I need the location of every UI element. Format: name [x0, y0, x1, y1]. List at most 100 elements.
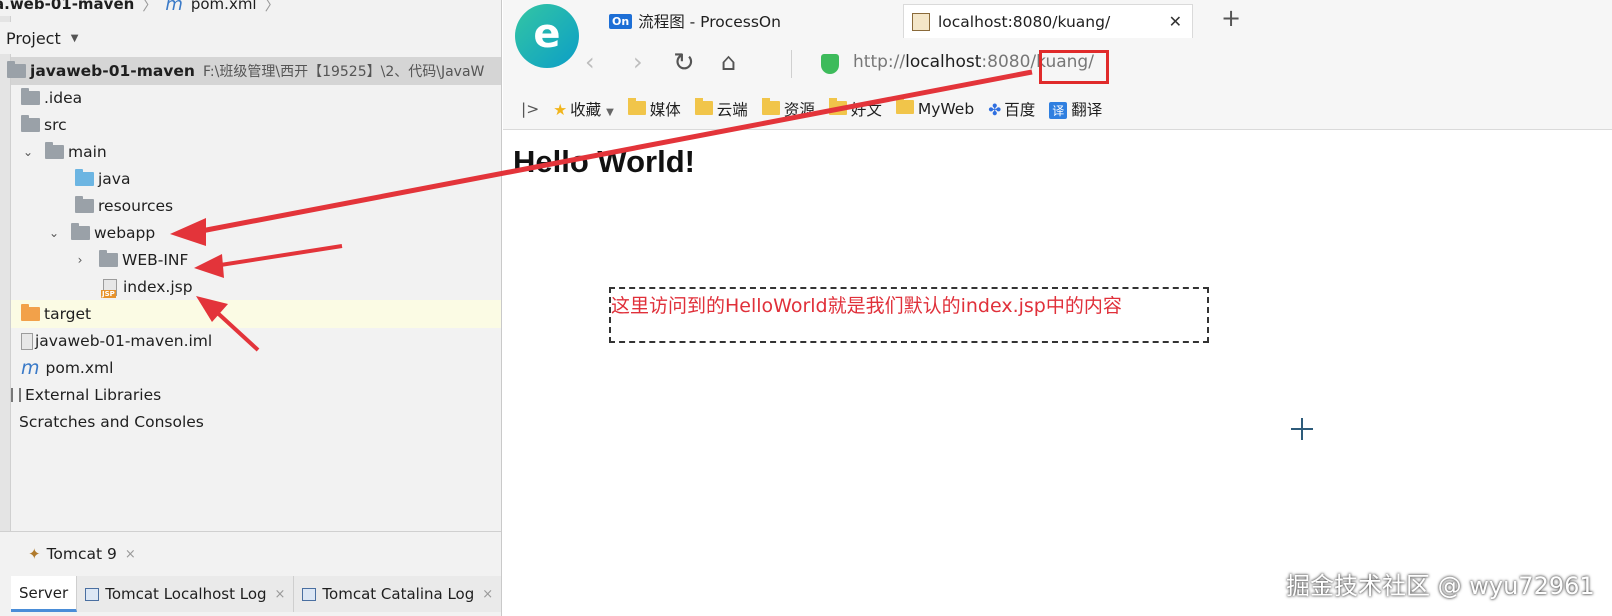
tree-row-iml[interactable]: javaweb-01-maven.iml: [11, 327, 501, 355]
security-shield-icon[interactable]: [821, 54, 839, 74]
tab-processon[interactable]: On 流程图 - ProcessOn: [609, 4, 897, 38]
tab-localhost[interactable]: localhost:8080/kuang/ ✕: [903, 4, 1193, 38]
tree-label: javaweb-01-maven.iml: [35, 332, 213, 350]
tree-row-root[interactable]: javaweb-01-maven F:\班级管理\西开【19525】\2、代码\…: [7, 57, 501, 85]
tab-catalina-log[interactable]: Tomcat Catalina Log ×: [294, 576, 501, 612]
run-tab-tomcat[interactable]: ✦ Tomcat 9 ×: [28, 540, 136, 568]
tree-row-idea[interactable]: .idea: [11, 84, 501, 112]
resources-folder-icon: [75, 196, 94, 213]
forward-icon[interactable]: ›: [633, 48, 643, 76]
chevron-down-icon[interactable]: ⌄: [21, 145, 35, 159]
breadcrumb-file[interactable]: pom.xml: [191, 0, 257, 13]
folder-icon: [45, 142, 64, 159]
tree-label: java: [98, 170, 131, 188]
log-icon: [302, 587, 317, 601]
tree-row-src[interactable]: src: [11, 111, 501, 139]
tree-row-external-libraries[interactable]: External Libraries: [11, 381, 501, 409]
tree-row-scratches[interactable]: Scratches and Consoles: [11, 408, 501, 436]
refresh-icon[interactable]: ↻: [673, 48, 695, 78]
jsp-file-icon: JSP: [101, 278, 117, 298]
project-label: Project: [6, 28, 61, 48]
page-heading: Hello World!: [513, 144, 695, 179]
breadcrumb-project[interactable]: a.web-01-maven: [0, 0, 134, 13]
folder-icon: [761, 98, 780, 115]
tab-label: Tomcat Catalina Log: [322, 585, 475, 603]
chevron-down-icon[interactable]: ⌄: [47, 226, 61, 240]
bookmark-resources[interactable]: 资源: [761, 98, 815, 120]
tab-title: 流程图 - ProcessOn: [638, 13, 781, 31]
tree-label: src: [44, 116, 67, 134]
maven-icon: m: [165, 0, 183, 15]
bookmark-label: 好文: [850, 101, 882, 119]
browser-window: e On 流程图 - ProcessOn localhost:8080/kuan…: [503, 0, 1612, 616]
browser-chrome: e On 流程图 - ProcessOn localhost:8080/kuan…: [503, 0, 1612, 130]
maven-icon: m: [21, 357, 40, 379]
bookmark-label: 媒体: [649, 101, 681, 119]
home-icon[interactable]: ⌂: [721, 48, 736, 76]
close-icon[interactable]: ×: [125, 547, 136, 562]
tree-row-webapp[interactable]: ⌄ webapp: [11, 219, 501, 247]
ide-tool-strip: [0, 0, 11, 616]
close-tab-icon[interactable]: ✕: [1169, 12, 1182, 31]
chevron-right-icon[interactable]: ›: [73, 253, 87, 267]
toolbar-divider: [791, 50, 792, 78]
ide-panel: a.web-01-maven 〉 m pom.xml 〉 Project ▼ j…: [0, 0, 502, 616]
tree-label: .idea: [44, 89, 83, 107]
server-tabs: Server Tomcat Localhost Log × Tomcat Cat…: [11, 576, 501, 616]
tree-label: target: [44, 305, 92, 323]
bookmark-articles[interactable]: 好文: [828, 98, 882, 120]
tree-row-webinf[interactable]: › WEB-INF: [11, 246, 501, 274]
web-folder-icon: [71, 223, 90, 240]
bookmark-baidu[interactable]: ✤ 百度: [988, 98, 1035, 120]
tree-row-main[interactable]: ⌄ main: [11, 138, 501, 166]
browser-logo-icon[interactable]: e: [515, 4, 579, 68]
breadcrumb: a.web-01-maven 〉 m pom.xml 〉: [0, 0, 501, 16]
bookmark-cloud[interactable]: 云端: [694, 98, 748, 120]
root-project-path: F:\班级管理\西开【19525】\2、代码\JavaW: [202, 64, 485, 80]
bookmark-myweb[interactable]: MyWeb: [895, 97, 975, 118]
source-folder-icon: [75, 169, 94, 186]
breadcrumb-separator: 〉: [142, 0, 158, 14]
new-tab-icon[interactable]: +: [1221, 4, 1241, 32]
url-scheme: http://: [853, 52, 906, 72]
tree-row-pom[interactable]: m pom.xml: [11, 354, 501, 382]
tab-label: Server: [19, 583, 69, 602]
bookmark-label: 收藏: [570, 101, 602, 119]
close-icon[interactable]: ×: [275, 587, 286, 602]
tab-localhost-log[interactable]: Tomcat Localhost Log ×: [77, 576, 295, 612]
tree-label: index.jsp: [123, 278, 193, 296]
tree-row-java[interactable]: java: [11, 165, 501, 193]
bookmarks-bar: |> ★ 收藏 ▼ 媒体 云端 资源 好文 MyWeb ✤ 百度 译翻译: [521, 96, 1102, 122]
bookmark-label: MyWeb: [917, 100, 975, 118]
tomcat-icon: ✦: [28, 545, 41, 563]
tree-label: Scratches and Consoles: [19, 413, 204, 431]
bookmark-label: 资源: [783, 101, 815, 119]
log-icon: [85, 587, 100, 601]
project-view-header[interactable]: Project ▼: [0, 22, 501, 54]
tab-label: Tomcat Localhost Log: [105, 585, 267, 603]
tab-server[interactable]: Server: [11, 576, 78, 612]
bookmark-translate[interactable]: 译翻译: [1049, 98, 1102, 120]
back-icon[interactable]: ‹: [585, 48, 595, 76]
tree-label: pom.xml: [45, 359, 114, 377]
tree-row-index-jsp[interactable]: JSP index.jsp: [11, 273, 501, 301]
tree-label: WEB-INF: [122, 251, 189, 269]
bookmark-media[interactable]: 媒体: [627, 98, 681, 120]
folder-icon: [627, 98, 646, 115]
processon-icon: On: [609, 13, 633, 29]
url-host: localhost: [905, 52, 982, 72]
library-icon: [11, 388, 21, 402]
tree-row-target[interactable]: target: [11, 300, 501, 328]
sidebar-toggle-icon[interactable]: |>: [521, 100, 539, 118]
bookmark-label: 云端: [716, 101, 748, 119]
watermark: 掘金技术社区 @ wyu72961: [1286, 572, 1595, 600]
close-icon[interactable]: ×: [482, 587, 493, 602]
services-panel: ✦ Tomcat 9 × Server Tomcat Localhost Log…: [0, 531, 501, 616]
tree-label: main: [68, 143, 107, 161]
excluded-folder-icon: [21, 304, 40, 321]
tree-row-resources[interactable]: resources: [11, 192, 501, 220]
caret-down-icon[interactable]: ▼: [71, 33, 79, 44]
bookmark-favorites[interactable]: ★ 收藏 ▼: [553, 98, 614, 120]
url-port: :8080: [981, 52, 1031, 72]
run-tab-label: Tomcat 9: [46, 545, 117, 563]
